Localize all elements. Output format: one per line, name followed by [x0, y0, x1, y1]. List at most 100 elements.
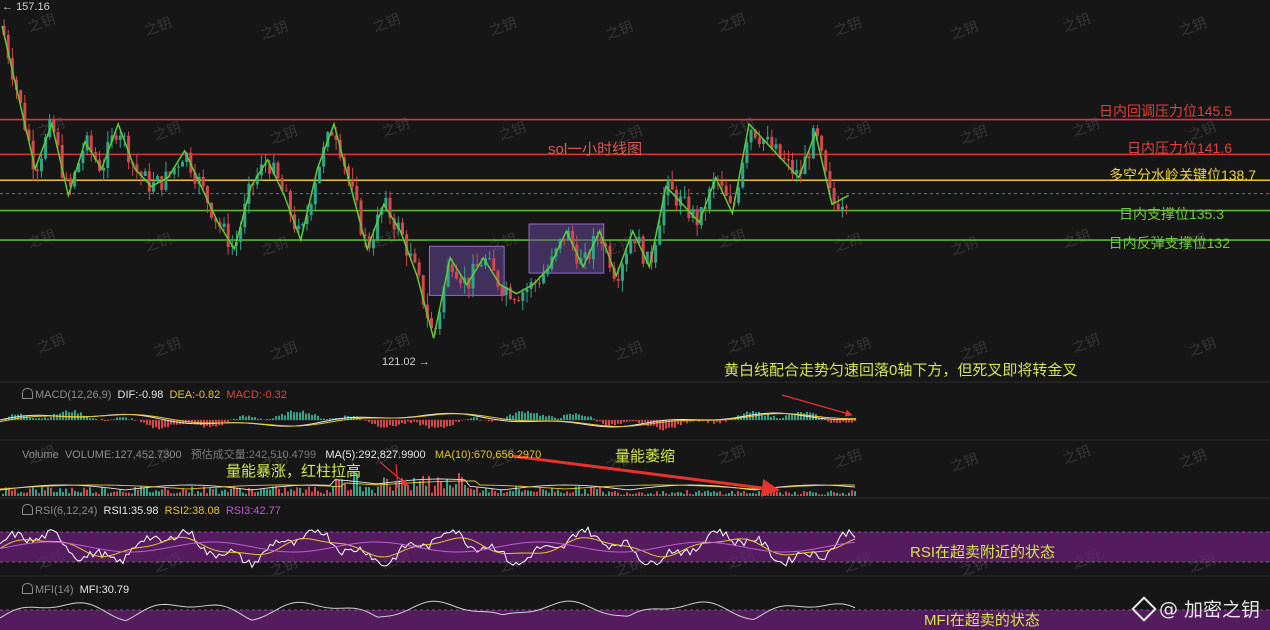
candle-body: [164, 171, 168, 190]
volume-bar: [26, 492, 28, 496]
volume-bar: [581, 493, 583, 496]
macd-histogram-bar: [461, 420, 463, 421]
volume-bar: [719, 491, 721, 496]
volume-bar: [47, 487, 49, 496]
macd-histogram-bar: [623, 420, 625, 423]
volume-bar: [377, 486, 379, 496]
macd-histogram-bar: [287, 411, 289, 420]
bell-icon[interactable]: [22, 388, 33, 399]
level-label-138-7: 多空分水岭关键位138.7: [1108, 167, 1256, 183]
volume-bar: [83, 487, 85, 496]
candle-body: [820, 135, 824, 151]
watermark-text: 之钥: [958, 123, 990, 148]
volume-bar: [59, 488, 61, 496]
macd-histogram-bar: [437, 420, 439, 428]
level-label-135-3: 日内支撑位135.3: [1118, 206, 1224, 222]
volume-bar: [119, 489, 121, 496]
volume-bar: [413, 477, 415, 496]
volume-bar: [806, 491, 808, 496]
volume-bar: [839, 493, 841, 496]
volume-bar: [104, 488, 106, 496]
volume-bar: [845, 494, 847, 496]
watermark-text: 之钥: [26, 11, 58, 36]
volume-bar: [239, 488, 241, 496]
candle-body: [147, 171, 151, 192]
volume-bar: [578, 486, 580, 496]
macd-histogram-bar: [533, 413, 535, 420]
candle-body: [537, 283, 541, 285]
volume-bar: [467, 487, 469, 496]
watermark-text: 之钥: [832, 231, 864, 256]
volume-bar: [443, 488, 445, 496]
macd-histogram-bar: [314, 414, 316, 420]
candle-body: [488, 258, 492, 260]
volume-bar: [692, 494, 694, 496]
volume-bar: [497, 493, 499, 496]
watermark-text: 之钥: [842, 335, 874, 360]
candle-body: [720, 180, 724, 186]
volume-bar: [173, 493, 175, 496]
candle-body: [513, 299, 517, 301]
watermark-text: 之钥: [142, 15, 174, 40]
macd-histogram-bar: [398, 420, 400, 425]
macd-histogram-bar: [530, 413, 532, 420]
volume-bar: [80, 492, 82, 496]
volume-bar: [329, 492, 331, 496]
volume-bar: [245, 493, 247, 496]
volume-bar: [98, 493, 100, 496]
volume-bar: [188, 492, 190, 496]
watermark-text: 之钥: [832, 447, 864, 472]
macd-histogram-bar: [608, 420, 610, 426]
macd-histogram-bar: [38, 417, 40, 420]
volume-bar: [425, 485, 427, 496]
macd-histogram-bar: [74, 410, 76, 420]
macd-histogram-bar: [539, 415, 541, 420]
candle-body: [284, 190, 288, 192]
macd-histogram-bar: [593, 418, 595, 420]
volume-bar: [788, 492, 790, 496]
candle-body: [102, 167, 106, 171]
volume-bar: [599, 486, 601, 496]
volume-bar: [287, 491, 289, 496]
volume-bar: [791, 494, 793, 496]
watermark-text: 之钥: [604, 19, 636, 44]
macd-histogram-bar: [242, 415, 244, 420]
volume-bar: [644, 494, 646, 496]
macd-histogram-bar: [617, 420, 619, 424]
candle-body: [181, 161, 185, 167]
volume-bar: [65, 488, 67, 496]
candle-body: [782, 157, 786, 160]
candle-body: [351, 178, 355, 187]
watermark-text: 之钥: [259, 19, 291, 44]
macd-histogram-bar: [302, 410, 304, 420]
volume-bar: [479, 492, 481, 496]
candle-body: [521, 292, 525, 301]
candle-body: [828, 171, 832, 189]
macd-histogram-bar: [281, 413, 283, 420]
macd-histogram-bar: [389, 420, 391, 426]
volume-bar: [383, 477, 385, 496]
volume-bar: [35, 489, 37, 496]
candle-body: [695, 209, 699, 226]
volume-bar: [632, 494, 634, 496]
macd-annotation: 黄白线配合走势匀速回落0轴下方，但死叉即将转金叉: [724, 362, 1078, 379]
macd-histogram-bar: [395, 420, 397, 427]
volume-bar: [128, 492, 130, 496]
volume-bar: [308, 486, 310, 496]
macd-histogram-bar: [116, 417, 118, 420]
volume-bar: [782, 494, 784, 496]
candle-body: [35, 169, 39, 172]
volume-bar: [623, 494, 625, 496]
bell-icon[interactable]: [22, 583, 33, 594]
macd-histogram-bar: [545, 416, 547, 420]
volume-bar: [302, 492, 304, 496]
candle-body: [39, 158, 43, 172]
macd-histogram-bar: [536, 413, 538, 420]
volume-bar: [269, 489, 271, 496]
candle-body: [355, 186, 359, 201]
bell-icon[interactable]: [22, 504, 33, 515]
macd-histogram-bar: [371, 420, 373, 424]
volume-bar: [587, 493, 589, 496]
macd-histogram-bar: [269, 418, 271, 420]
macd-histogram-bar: [392, 420, 394, 427]
